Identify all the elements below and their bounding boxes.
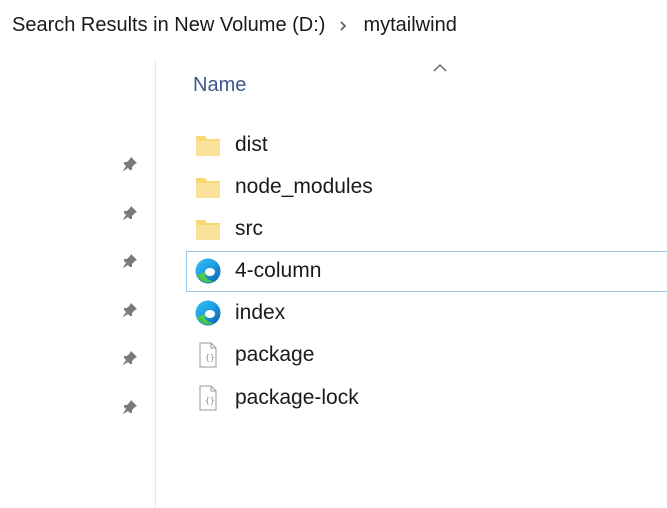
list-item-node-modules[interactable]: node_modules xyxy=(186,166,667,207)
sort-ascending-icon xyxy=(432,60,448,72)
pin-icon[interactable] xyxy=(118,298,142,322)
list-item-dist[interactable]: dist xyxy=(186,124,667,165)
column-header-name[interactable]: Name xyxy=(193,74,246,97)
quick-access-pins xyxy=(118,152,148,443)
chevron-right-icon[interactable] xyxy=(331,20,355,32)
pin-icon[interactable] xyxy=(118,201,142,225)
folder-icon xyxy=(193,214,223,244)
breadcrumb-item-mytailwind[interactable]: mytailwind xyxy=(355,14,462,37)
file-name: index xyxy=(235,301,286,325)
edge-browser-icon xyxy=(193,298,223,328)
navigation-pane-divider[interactable] xyxy=(155,60,156,508)
file-list: dist node_modules src 4-column index {} … xyxy=(186,124,667,419)
json-file-icon: {} xyxy=(193,383,223,413)
list-item-src[interactable]: src xyxy=(186,208,667,249)
file-name: package-lock xyxy=(235,385,359,409)
list-item-package[interactable]: {} package xyxy=(186,335,667,376)
file-name: src xyxy=(235,216,263,240)
breadcrumb: Search Results in New Volume (D:) mytail… xyxy=(0,0,667,50)
pin-icon[interactable] xyxy=(118,346,142,370)
file-name: package xyxy=(235,343,315,367)
list-item-4-column[interactable]: 4-column xyxy=(186,250,667,292)
folder-icon xyxy=(193,172,223,202)
list-item-index[interactable]: index xyxy=(186,293,667,334)
file-name: node_modules xyxy=(235,174,373,198)
folder-icon xyxy=(193,130,223,160)
pin-icon[interactable] xyxy=(118,152,142,176)
breadcrumb-item-search-results[interactable]: Search Results in New Volume (D:) xyxy=(0,14,331,37)
svg-text:{}: {} xyxy=(205,353,215,362)
edge-browser-icon xyxy=(193,256,223,286)
list-item-package-lock[interactable]: {} package-lock xyxy=(186,377,667,418)
file-name: 4-column xyxy=(235,259,322,283)
svg-text:{}: {} xyxy=(205,396,215,405)
file-name: dist xyxy=(235,132,268,156)
pin-icon[interactable] xyxy=(118,395,142,419)
pin-icon[interactable] xyxy=(118,249,142,273)
json-file-icon: {} xyxy=(193,340,223,370)
